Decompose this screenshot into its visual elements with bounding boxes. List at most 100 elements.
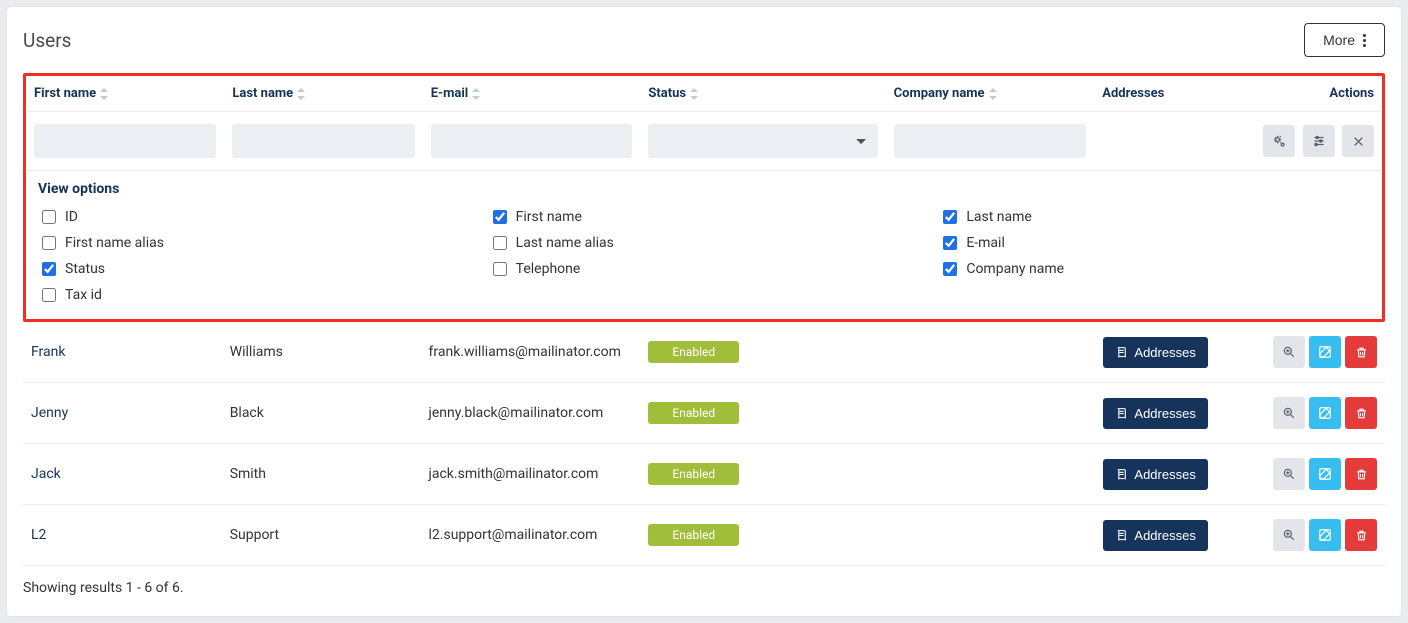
- close-icon: [1352, 135, 1365, 148]
- edit-icon: [1318, 467, 1332, 481]
- status-badge: Enabled: [648, 341, 739, 363]
- view-option-item[interactable]: Telephone: [489, 259, 924, 279]
- view-options-panel: View options ID First name Last name First …: [26, 171, 1382, 319]
- filter-adjust-button[interactable]: [1303, 125, 1335, 157]
- col-last-name[interactable]: Last name: [224, 76, 422, 112]
- row-edit-button[interactable]: [1309, 336, 1341, 368]
- filter-clear-button[interactable]: [1342, 125, 1374, 157]
- more-vertical-icon: [1363, 34, 1366, 47]
- more-button-label: More: [1323, 32, 1355, 48]
- col-addresses-label: Addresses: [1102, 86, 1164, 101]
- filters-and-view-options-panel: First name Last name E-mail Status Compa…: [23, 73, 1385, 322]
- addresses-button[interactable]: Addresses: [1103, 459, 1207, 490]
- view-options-title: View options: [38, 181, 1374, 197]
- view-option-item[interactable]: Last name: [939, 207, 1374, 227]
- page-title: Users: [23, 29, 71, 52]
- filter-settings-button[interactable]: [1263, 125, 1295, 157]
- status-badge: Enabled: [648, 524, 739, 546]
- filter-first-name-input[interactable]: [34, 124, 216, 158]
- view-option-item[interactable]: ID: [38, 207, 473, 227]
- col-actions-label: Actions: [1329, 86, 1374, 101]
- trash-icon: [1355, 468, 1368, 481]
- view-option-item[interactable]: Tax id: [38, 285, 473, 305]
- view-option-checkbox[interactable]: [42, 288, 56, 302]
- view-option-label: Last name alias: [516, 235, 614, 251]
- view-option-item[interactable]: Status: [38, 259, 473, 279]
- users-table: FrankWilliamsfrank.williams@mailinator.c…: [23, 322, 1385, 566]
- cell-last-name: Black: [230, 405, 264, 421]
- view-option-label: First name: [516, 209, 582, 225]
- view-option-item[interactable]: First name alias: [38, 233, 473, 253]
- row-delete-button[interactable]: [1345, 397, 1377, 429]
- view-option-label: Telephone: [516, 261, 581, 277]
- cell-first-name[interactable]: L2: [31, 527, 46, 543]
- edit-icon: [1318, 528, 1332, 542]
- col-status[interactable]: Status: [640, 76, 885, 112]
- book-icon: [1115, 468, 1128, 481]
- row-view-button[interactable]: [1273, 458, 1305, 490]
- sort-icon: [690, 88, 700, 100]
- zoom-in-icon: [1282, 406, 1296, 420]
- cell-first-name[interactable]: Jenny: [31, 405, 68, 421]
- table-row: JackSmithjack.smith@mailinator.comEnable…: [23, 444, 1385, 505]
- row-delete-button[interactable]: [1345, 519, 1377, 551]
- row-view-button[interactable]: [1273, 519, 1305, 551]
- addresses-button[interactable]: Addresses: [1103, 520, 1207, 551]
- table-row: L2Supportl2.support@mailinator.comEnable…: [23, 505, 1385, 566]
- view-options-grid: ID First name Last name First name alias Las…: [38, 207, 1374, 305]
- cell-first-name[interactable]: Frank: [31, 344, 65, 360]
- row-edit-button[interactable]: [1309, 519, 1341, 551]
- addresses-button-label: Addresses: [1134, 345, 1195, 360]
- zoom-in-icon: [1282, 467, 1296, 481]
- row-edit-button[interactable]: [1309, 458, 1341, 490]
- filter-last-name-input[interactable]: [232, 124, 414, 158]
- trash-icon: [1355, 529, 1368, 542]
- filter-email-input[interactable]: [431, 124, 633, 158]
- cogs-icon: [1272, 134, 1287, 149]
- more-button[interactable]: More: [1304, 23, 1385, 57]
- row-delete-button[interactable]: [1345, 336, 1377, 368]
- col-first-name[interactable]: First name: [26, 76, 224, 112]
- users-card: Users More First name Last name E-mail S…: [6, 6, 1402, 617]
- row-view-button[interactable]: [1273, 336, 1305, 368]
- view-option-item[interactable]: Company name: [939, 259, 1374, 279]
- view-option-checkbox[interactable]: [493, 210, 507, 224]
- sort-icon: [989, 88, 999, 100]
- row-edit-button[interactable]: [1309, 397, 1341, 429]
- col-actions: Actions: [1253, 76, 1382, 112]
- cell-first-name[interactable]: Jack: [31, 466, 61, 482]
- sort-icon: [297, 88, 307, 100]
- addresses-button[interactable]: Addresses: [1103, 398, 1207, 429]
- edit-icon: [1318, 406, 1332, 420]
- status-badge: Enabled: [648, 463, 739, 485]
- cell-email: jack.smith@mailinator.com: [429, 466, 599, 482]
- view-option-label: ID: [65, 209, 78, 225]
- view-option-item[interactable]: E-mail: [939, 233, 1374, 253]
- col-first-name-label: First name: [34, 86, 96, 101]
- view-option-checkbox[interactable]: [493, 236, 507, 250]
- filter-status-select[interactable]: [648, 124, 877, 158]
- col-last-name-label: Last name: [232, 86, 293, 101]
- view-option-checkbox[interactable]: [943, 210, 957, 224]
- view-option-checkbox[interactable]: [493, 262, 507, 276]
- addresses-button[interactable]: Addresses: [1103, 337, 1207, 368]
- view-option-item[interactable]: Last name alias: [489, 233, 924, 253]
- row-delete-button[interactable]: [1345, 458, 1377, 490]
- addresses-button-label: Addresses: [1134, 406, 1195, 421]
- row-view-button[interactable]: [1273, 397, 1305, 429]
- filter-company-name-input[interactable]: [894, 124, 1087, 158]
- view-option-label: E-mail: [966, 235, 1005, 251]
- col-company-name[interactable]: Company name: [886, 76, 1095, 112]
- view-option-checkbox[interactable]: [42, 262, 56, 276]
- view-option-checkbox[interactable]: [42, 210, 56, 224]
- view-option-checkbox[interactable]: [943, 236, 957, 250]
- view-option-checkbox[interactable]: [42, 236, 56, 250]
- cell-email: frank.williams@mailinator.com: [429, 344, 621, 360]
- book-icon: [1115, 407, 1128, 420]
- table-row: JennyBlackjenny.black@mailinator.comEnab…: [23, 383, 1385, 444]
- col-email[interactable]: E-mail: [423, 76, 641, 112]
- trash-icon: [1355, 346, 1368, 359]
- sort-icon: [100, 88, 110, 100]
- view-option-item[interactable]: First name: [489, 207, 924, 227]
- view-option-checkbox[interactable]: [943, 262, 957, 276]
